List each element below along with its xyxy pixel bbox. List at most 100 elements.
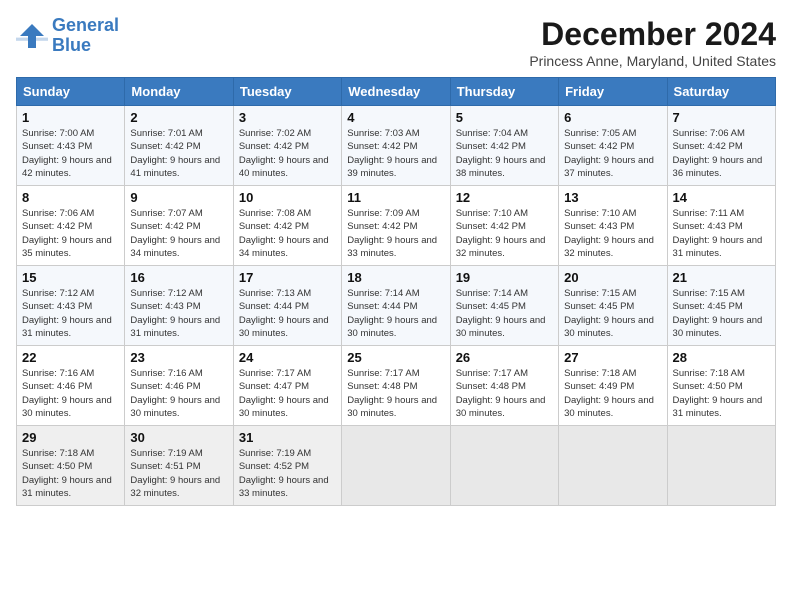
day-number: 25 — [347, 350, 444, 365]
day-number: 30 — [130, 430, 227, 445]
day-cell: 10 Sunrise: 7:08 AM Sunset: 4:42 PM Dayl… — [233, 186, 341, 266]
weekday-header-sunday: Sunday — [17, 78, 125, 106]
day-cell: 25 Sunrise: 7:17 AM Sunset: 4:48 PM Dayl… — [342, 346, 450, 426]
day-number: 9 — [130, 190, 227, 205]
day-info: Sunrise: 7:09 AM Sunset: 4:42 PM Dayligh… — [347, 207, 444, 260]
day-number: 5 — [456, 110, 553, 125]
day-number: 19 — [456, 270, 553, 285]
day-cell — [450, 426, 558, 506]
day-info: Sunrise: 7:18 AM Sunset: 4:50 PM Dayligh… — [673, 367, 770, 420]
weekday-header-row: SundayMondayTuesdayWednesdayThursdayFrid… — [17, 78, 776, 106]
day-number: 4 — [347, 110, 444, 125]
day-cell: 8 Sunrise: 7:06 AM Sunset: 4:42 PM Dayli… — [17, 186, 125, 266]
weekday-header-tuesday: Tuesday — [233, 78, 341, 106]
day-cell: 29 Sunrise: 7:18 AM Sunset: 4:50 PM Dayl… — [17, 426, 125, 506]
day-cell: 3 Sunrise: 7:02 AM Sunset: 4:42 PM Dayli… — [233, 106, 341, 186]
week-row-3: 15 Sunrise: 7:12 AM Sunset: 4:43 PM Dayl… — [17, 266, 776, 346]
day-number: 3 — [239, 110, 336, 125]
day-info: Sunrise: 7:16 AM Sunset: 4:46 PM Dayligh… — [22, 367, 119, 420]
day-number: 27 — [564, 350, 661, 365]
logo-line2: Blue — [52, 35, 91, 55]
day-info: Sunrise: 7:14 AM Sunset: 4:44 PM Dayligh… — [347, 287, 444, 340]
day-info: Sunrise: 7:10 AM Sunset: 4:43 PM Dayligh… — [564, 207, 661, 260]
day-info: Sunrise: 7:08 AM Sunset: 4:42 PM Dayligh… — [239, 207, 336, 260]
day-cell: 11 Sunrise: 7:09 AM Sunset: 4:42 PM Dayl… — [342, 186, 450, 266]
day-info: Sunrise: 7:14 AM Sunset: 4:45 PM Dayligh… — [456, 287, 553, 340]
day-cell — [667, 426, 775, 506]
week-row-4: 22 Sunrise: 7:16 AM Sunset: 4:46 PM Dayl… — [17, 346, 776, 426]
logo-icon — [16, 20, 48, 52]
day-number: 23 — [130, 350, 227, 365]
day-info: Sunrise: 7:12 AM Sunset: 4:43 PM Dayligh… — [130, 287, 227, 340]
week-row-1: 1 Sunrise: 7:00 AM Sunset: 4:43 PM Dayli… — [17, 106, 776, 186]
day-number: 18 — [347, 270, 444, 285]
day-cell: 28 Sunrise: 7:18 AM Sunset: 4:50 PM Dayl… — [667, 346, 775, 426]
day-number: 6 — [564, 110, 661, 125]
day-cell: 19 Sunrise: 7:14 AM Sunset: 4:45 PM Dayl… — [450, 266, 558, 346]
weekday-header-wednesday: Wednesday — [342, 78, 450, 106]
title-area: December 2024 Princess Anne, Maryland, U… — [529, 16, 776, 69]
day-cell: 23 Sunrise: 7:16 AM Sunset: 4:46 PM Dayl… — [125, 346, 233, 426]
day-number: 16 — [130, 270, 227, 285]
day-info: Sunrise: 7:18 AM Sunset: 4:50 PM Dayligh… — [22, 447, 119, 500]
day-cell: 15 Sunrise: 7:12 AM Sunset: 4:43 PM Dayl… — [17, 266, 125, 346]
day-info: Sunrise: 7:07 AM Sunset: 4:42 PM Dayligh… — [130, 207, 227, 260]
day-cell: 26 Sunrise: 7:17 AM Sunset: 4:48 PM Dayl… — [450, 346, 558, 426]
day-info: Sunrise: 7:15 AM Sunset: 4:45 PM Dayligh… — [564, 287, 661, 340]
logo: General Blue — [16, 16, 119, 56]
day-info: Sunrise: 7:01 AM Sunset: 4:42 PM Dayligh… — [130, 127, 227, 180]
day-number: 24 — [239, 350, 336, 365]
day-cell: 5 Sunrise: 7:04 AM Sunset: 4:42 PM Dayli… — [450, 106, 558, 186]
day-info: Sunrise: 7:18 AM Sunset: 4:49 PM Dayligh… — [564, 367, 661, 420]
day-cell: 20 Sunrise: 7:15 AM Sunset: 4:45 PM Dayl… — [559, 266, 667, 346]
day-number: 21 — [673, 270, 770, 285]
day-info: Sunrise: 7:12 AM Sunset: 4:43 PM Dayligh… — [22, 287, 119, 340]
day-number: 22 — [22, 350, 119, 365]
day-number: 2 — [130, 110, 227, 125]
day-info: Sunrise: 7:06 AM Sunset: 4:42 PM Dayligh… — [22, 207, 119, 260]
weekday-header-thursday: Thursday — [450, 78, 558, 106]
day-number: 15 — [22, 270, 119, 285]
day-number: 26 — [456, 350, 553, 365]
day-cell: 4 Sunrise: 7:03 AM Sunset: 4:42 PM Dayli… — [342, 106, 450, 186]
day-info: Sunrise: 7:17 AM Sunset: 4:48 PM Dayligh… — [456, 367, 553, 420]
logo-line1: General — [52, 15, 119, 35]
weekday-header-monday: Monday — [125, 78, 233, 106]
day-cell: 9 Sunrise: 7:07 AM Sunset: 4:42 PM Dayli… — [125, 186, 233, 266]
calendar-title: December 2024 — [529, 16, 776, 53]
day-cell — [342, 426, 450, 506]
day-number: 10 — [239, 190, 336, 205]
day-info: Sunrise: 7:05 AM Sunset: 4:42 PM Dayligh… — [564, 127, 661, 180]
day-number: 31 — [239, 430, 336, 445]
day-cell: 17 Sunrise: 7:13 AM Sunset: 4:44 PM Dayl… — [233, 266, 341, 346]
day-cell — [559, 426, 667, 506]
day-cell: 31 Sunrise: 7:19 AM Sunset: 4:52 PM Dayl… — [233, 426, 341, 506]
day-info: Sunrise: 7:02 AM Sunset: 4:42 PM Dayligh… — [239, 127, 336, 180]
day-number: 14 — [673, 190, 770, 205]
day-info: Sunrise: 7:03 AM Sunset: 4:42 PM Dayligh… — [347, 127, 444, 180]
day-cell: 22 Sunrise: 7:16 AM Sunset: 4:46 PM Dayl… — [17, 346, 125, 426]
week-row-5: 29 Sunrise: 7:18 AM Sunset: 4:50 PM Dayl… — [17, 426, 776, 506]
day-cell: 13 Sunrise: 7:10 AM Sunset: 4:43 PM Dayl… — [559, 186, 667, 266]
weekday-header-friday: Friday — [559, 78, 667, 106]
day-info: Sunrise: 7:11 AM Sunset: 4:43 PM Dayligh… — [673, 207, 770, 260]
header: General Blue December 2024 Princess Anne… — [16, 16, 776, 69]
day-cell: 6 Sunrise: 7:05 AM Sunset: 4:42 PM Dayli… — [559, 106, 667, 186]
day-number: 11 — [347, 190, 444, 205]
day-info: Sunrise: 7:00 AM Sunset: 4:43 PM Dayligh… — [22, 127, 119, 180]
day-number: 29 — [22, 430, 119, 445]
logo-text: General Blue — [52, 16, 119, 56]
day-info: Sunrise: 7:04 AM Sunset: 4:42 PM Dayligh… — [456, 127, 553, 180]
calendar-table: SundayMondayTuesdayWednesdayThursdayFrid… — [16, 77, 776, 506]
weekday-header-saturday: Saturday — [667, 78, 775, 106]
day-cell: 14 Sunrise: 7:11 AM Sunset: 4:43 PM Dayl… — [667, 186, 775, 266]
day-cell: 16 Sunrise: 7:12 AM Sunset: 4:43 PM Dayl… — [125, 266, 233, 346]
day-info: Sunrise: 7:06 AM Sunset: 4:42 PM Dayligh… — [673, 127, 770, 180]
week-row-2: 8 Sunrise: 7:06 AM Sunset: 4:42 PM Dayli… — [17, 186, 776, 266]
day-cell: 24 Sunrise: 7:17 AM Sunset: 4:47 PM Dayl… — [233, 346, 341, 426]
day-info: Sunrise: 7:13 AM Sunset: 4:44 PM Dayligh… — [239, 287, 336, 340]
day-number: 17 — [239, 270, 336, 285]
day-cell: 30 Sunrise: 7:19 AM Sunset: 4:51 PM Dayl… — [125, 426, 233, 506]
day-cell: 18 Sunrise: 7:14 AM Sunset: 4:44 PM Dayl… — [342, 266, 450, 346]
day-cell: 27 Sunrise: 7:18 AM Sunset: 4:49 PM Dayl… — [559, 346, 667, 426]
